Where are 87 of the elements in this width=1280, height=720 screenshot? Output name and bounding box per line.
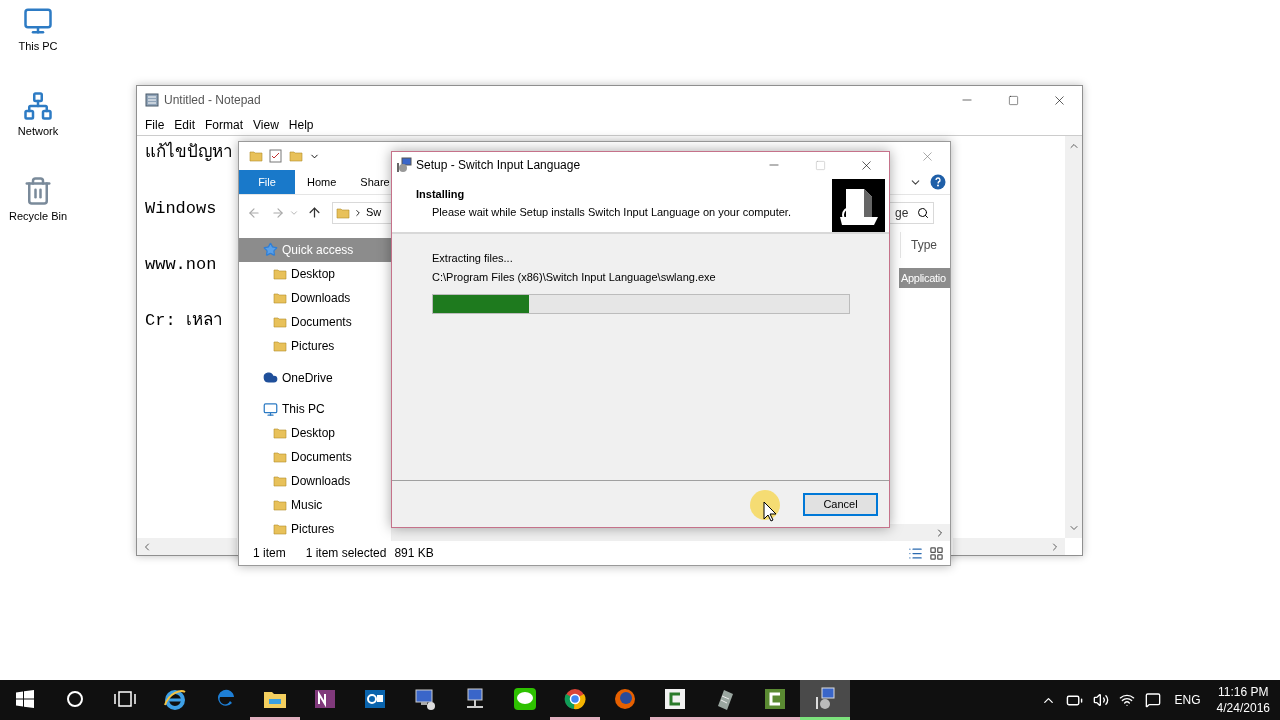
text-line: Cr: เหลา xyxy=(145,310,223,332)
desktop-icon-label[interactable]: This PC xyxy=(18,38,58,55)
nav-item[interactable]: Downloads xyxy=(239,469,391,494)
column-header[interactable]: Type xyxy=(900,232,950,258)
computer-icon xyxy=(413,686,437,711)
notebook-n-icon xyxy=(314,687,336,710)
c-logo-icon xyxy=(764,687,786,710)
chat-bubble-icon xyxy=(513,686,537,711)
folder-icon xyxy=(273,338,287,353)
installer-icon xyxy=(814,686,836,711)
search-circle-icon xyxy=(66,689,84,708)
folder-icon xyxy=(273,290,287,305)
horizontal-scrollbar[interactable] xyxy=(137,538,237,555)
recycle-bin-icon xyxy=(23,176,53,206)
properties-icon xyxy=(269,149,283,163)
star-icon xyxy=(263,242,278,258)
wifi-icon[interactable] xyxy=(1118,692,1135,708)
large-icons-view-icon[interactable] xyxy=(929,545,944,561)
windows-logo-icon xyxy=(16,689,34,708)
menu-item[interactable]: File xyxy=(141,115,169,134)
computer-icon xyxy=(263,401,278,417)
status-text: Extracting files... xyxy=(432,251,514,266)
nav-item[interactable]: Desktop xyxy=(239,421,391,446)
browser-circle-icon xyxy=(564,687,586,710)
text-line: www.non xyxy=(145,254,217,276)
desktop-icon-label[interactable]: Recycle Bin xyxy=(8,208,68,225)
nav-item[interactable]: Documents xyxy=(239,309,391,334)
nav-item[interactable]: OneDrive xyxy=(239,365,391,390)
maximize-icon xyxy=(814,159,826,171)
search-icon xyxy=(917,206,929,219)
menu-item[interactable]: Help xyxy=(284,115,318,134)
desktop-icon-label[interactable]: Network xyxy=(17,123,59,140)
page-subheading: Please wait while Setup installs Switch Input Language on your computer. xyxy=(431,204,791,220)
nav-item[interactable]: Downloads xyxy=(239,285,391,310)
menu-item[interactable]: Format xyxy=(201,115,248,134)
status-text: 891 KB xyxy=(394,545,434,562)
computer-icon xyxy=(23,6,53,36)
folder-icon xyxy=(336,205,350,220)
folder-icon xyxy=(289,149,303,163)
nav-item[interactable]: Music xyxy=(239,493,391,518)
folder-icon xyxy=(249,149,263,163)
cloud-icon xyxy=(263,370,278,386)
details-view-icon[interactable] xyxy=(908,545,923,561)
help-icon[interactable] xyxy=(930,174,946,190)
nav-item[interactable]: Pictures xyxy=(239,517,391,541)
mail-o-icon xyxy=(364,687,386,710)
vertical-scrollbar[interactable] xyxy=(1065,136,1082,538)
clock-time[interactable]: 11:16 PM xyxy=(1218,684,1269,700)
folder-icon xyxy=(273,474,287,489)
menu-item[interactable]: Edit xyxy=(170,115,200,134)
browser-globe-icon xyxy=(614,687,636,710)
text-line: Windows xyxy=(145,198,217,220)
nav-item[interactable]: Desktop xyxy=(239,261,391,286)
page-heading: Installing xyxy=(416,187,466,202)
file-path-text: C:\Program Files (x86)\Switch Input Language\swlang.exe xyxy=(432,269,717,285)
window-title: Untitled - Notepad xyxy=(164,92,261,109)
nav-item[interactable]: Pictures xyxy=(239,333,391,358)
maximize-icon xyxy=(1007,94,1019,106)
ribbon-tab[interactable]: Home xyxy=(295,170,349,194)
mouse-pointer-icon xyxy=(749,489,783,523)
folder-icon xyxy=(273,522,287,537)
cancel-button[interactable]: Cancel xyxy=(804,493,877,515)
status-text: 1 item selected xyxy=(305,545,387,562)
volume-icon[interactable] xyxy=(1092,692,1109,708)
window-title: Setup - Switch Input Language xyxy=(416,157,581,174)
folder-icon xyxy=(273,314,287,329)
network-icon xyxy=(23,91,53,121)
address-text: Sw xyxy=(366,205,382,221)
notepad-icon xyxy=(145,93,159,107)
notifications-icon[interactable] xyxy=(1144,692,1161,708)
language-indicator[interactable]: ENG xyxy=(1174,691,1201,709)
menu-item[interactable]: View xyxy=(249,115,283,134)
clock-date[interactable]: 4/24/2016 xyxy=(1216,700,1270,716)
folder-icon xyxy=(273,266,287,281)
task-view-icon xyxy=(114,689,136,708)
c-logo-icon xyxy=(664,687,686,710)
folder-icon xyxy=(273,426,287,441)
nav-item[interactable]: This PC xyxy=(239,397,391,422)
status-text: 1 item xyxy=(253,545,286,562)
installer-icon xyxy=(396,157,412,173)
nav-item[interactable]: Documents xyxy=(239,445,391,470)
breadcrumb-chevron-icon xyxy=(353,207,363,218)
folder-icon xyxy=(273,498,287,513)
up-icon[interactable] xyxy=(307,205,322,220)
horizontal-scrollbar[interactable] xyxy=(953,538,1065,555)
text-line: แก้ไขปัญหา xyxy=(145,140,233,164)
folder-icon xyxy=(273,450,287,465)
